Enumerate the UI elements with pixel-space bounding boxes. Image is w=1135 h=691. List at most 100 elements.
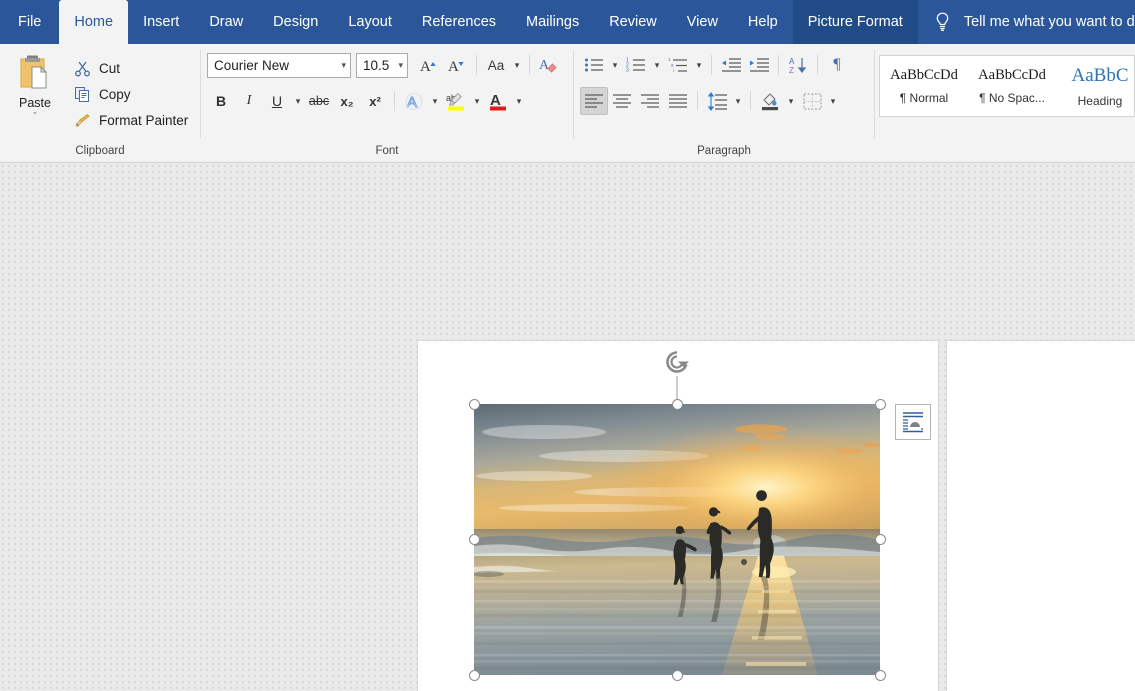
numbering-dropdown[interactable]: ▾ [650,51,664,79]
borders-icon [803,93,821,109]
text-highlight-icon: ab [446,92,464,110]
superscript-button[interactable]: x² [361,87,389,115]
tab-references[interactable]: References [407,0,511,44]
italic-button[interactable]: I [235,87,263,115]
tab-mailings[interactable]: Mailings [511,0,594,44]
tab-insert[interactable]: Insert [128,0,194,44]
change-case-dropdown[interactable]: ▾ [510,51,524,79]
line-spacing-dropdown[interactable]: ▾ [731,87,745,115]
paste-button[interactable]: Paste ˇ [6,49,64,121]
resize-handle-bottom-left[interactable] [468,669,480,681]
shrink-font-button[interactable]: A [443,51,471,79]
font-color-dropdown[interactable]: ▾ [512,87,526,115]
bullets-dropdown[interactable]: ▾ [608,51,622,79]
font-size-combobox[interactable]: 10.5 ▾ [356,52,408,78]
text-effects-button[interactable]: A [400,87,428,115]
copy-button[interactable]: Copy [68,81,194,107]
shading-dropdown[interactable]: ▾ [784,87,798,115]
cut-label: Cut [99,60,121,76]
strikethrough-icon: abc [308,94,330,108]
document-page-2[interactable] [947,341,1135,691]
underline-dropdown[interactable]: ▾ [291,87,305,115]
subscript-button[interactable]: x₂ [333,87,361,115]
svg-text:1: 1 [668,57,671,62]
shading-button[interactable] [756,87,784,115]
tab-picture-format[interactable]: Picture Format [792,0,918,44]
font-group-label: Font [375,145,399,157]
align-right-button[interactable] [636,87,664,115]
ribbon-group-paragraph: ▾ 1 2 3 ▾ 1 a i ▾ A Z ¶ ▾ ▾ ▾ Paragraph [574,44,874,162]
paintbrush-icon [75,113,90,127]
svg-text:A: A [448,59,459,75]
ribbon-tab-bar: File Home Insert Draw Design Layout Refe… [0,0,1135,44]
style-normal[interactable]: AaBbCcDd ¶ Normal [880,56,968,116]
style-preview: AaBbCcDd [978,67,1046,83]
tell-me-box[interactable]: Tell me what you want to d [918,0,1135,44]
change-case-icon: Aa [487,57,505,73]
svg-text:i: i [673,68,674,73]
tab-review[interactable]: Review [594,0,672,44]
ribbon-group-clipboard: Paste ˇ Cut Copy Format Painter Clipboar… [0,44,200,162]
divider [697,91,698,111]
cut-button[interactable]: Cut [68,55,194,81]
clear-formatting-button[interactable]: A [535,51,563,79]
beach-sunset-photo[interactable] [474,404,880,675]
justify-button[interactable] [664,87,692,115]
selected-picture[interactable] [468,351,886,681]
style-label: Heading [1077,93,1123,108]
change-case-button[interactable]: Aa [482,51,510,79]
strikethrough-button[interactable]: abc [305,87,333,115]
increase-indent-button[interactable] [745,51,773,79]
numbering-button[interactable]: 1 2 3 [622,51,650,79]
align-center-button[interactable] [608,87,636,115]
tab-draw[interactable]: Draw [194,0,258,44]
grow-font-button[interactable]: A [415,51,443,79]
font-name-combobox[interactable]: Courier New ▾ [207,52,351,78]
style-no-spacing[interactable]: AaBbCcDd ¶ No Spac... [968,56,1056,116]
rotate-icon[interactable] [662,347,692,377]
align-right-icon [641,93,659,108]
align-left-button[interactable] [580,87,608,115]
tab-home[interactable]: Home [59,0,129,44]
text-effects-dropdown[interactable]: ▾ [428,87,442,115]
text-highlight-button[interactable]: ab [442,87,470,115]
bullets-button[interactable] [580,51,608,79]
resize-handle-top-left[interactable] [468,398,480,410]
resize-handle-middle-right[interactable] [874,534,886,545]
resize-handle-bottom-right[interactable] [874,669,886,681]
borders-button[interactable] [798,87,826,115]
resize-handle-middle-left[interactable] [468,534,480,545]
sort-button[interactable]: A Z [784,51,812,79]
borders-dropdown[interactable]: ▾ [826,87,840,115]
font-color-button[interactable]: A [484,87,512,115]
style-heading[interactable]: AaBbC Heading [1056,56,1134,116]
bold-button[interactable]: B [207,87,235,115]
resize-handle-top-right[interactable] [874,398,886,410]
tab-layout[interactable]: Layout [333,0,407,44]
multilevel-list-dropdown[interactable]: ▾ [692,51,706,79]
show-formatting-marks-button[interactable]: ¶ [823,51,851,79]
tab-help[interactable]: Help [733,0,793,44]
document-canvas[interactable] [0,163,1135,691]
resize-handle-bottom-center[interactable] [671,669,683,681]
style-preview: AaBbC [1071,64,1129,86]
text-highlight-dropdown[interactable]: ▾ [470,87,484,115]
line-spacing-button[interactable] [703,87,731,115]
tab-file[interactable]: File [0,0,59,44]
underline-button[interactable]: U [263,87,291,115]
tab-design[interactable]: Design [258,0,333,44]
layout-options-button[interactable] [895,404,931,440]
decrease-indent-button[interactable] [717,51,745,79]
multilevel-list-button[interactable]: 1 a i [664,51,692,79]
sort-icon: A Z [789,57,807,75]
style-label: ¶ Normal [899,91,949,105]
divider [817,55,818,75]
text-effects-icon: A [405,93,422,111]
format-painter-button[interactable]: Format Painter [68,107,194,133]
superscript-icon: x² [369,93,381,109]
tab-view[interactable]: View [672,0,733,44]
italic-icon: I [246,93,252,108]
decrease-indent-icon [721,58,741,72]
resize-handle-top-center[interactable] [671,398,683,410]
pilcrow-icon: ¶ [833,56,841,73]
